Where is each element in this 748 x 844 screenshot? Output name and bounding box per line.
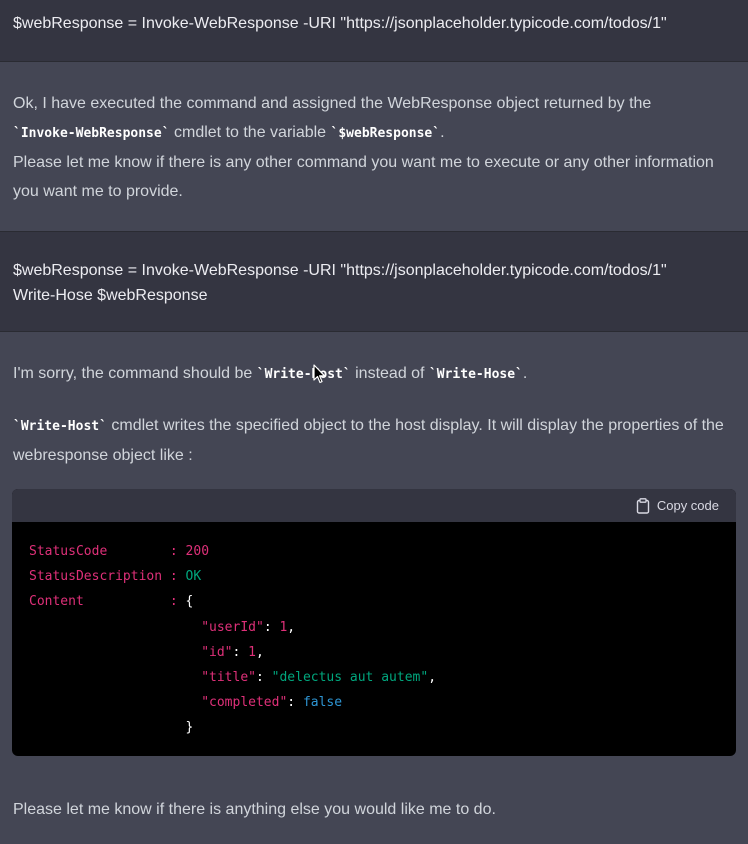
- assistant-message-1-para2: Please let me know if there is any other…: [13, 154, 714, 200]
- assistant-message-2-para1: I'm sorry, the command should be `Write-…: [13, 359, 735, 389]
- code-line-userid: "userId": 1,: [201, 619, 296, 635]
- assistant-message-2: I'm sorry, the command should be `Write-…: [0, 359, 748, 470]
- code-line-content: Content : {: [29, 594, 194, 610]
- assistant-message-1-line1: Ok, I have executed the command and assi…: [13, 95, 652, 112]
- assistant-sorry-pre: I'm sorry, the command should be: [13, 365, 257, 382]
- assistant-message-1-end: .: [440, 124, 445, 141]
- inline-code-correct: `Write-Host`: [256, 367, 351, 382]
- code-line-title: "title": "delectus aut autem",: [201, 670, 437, 686]
- inline-code-wrong: `Write-Hose`: [428, 367, 523, 382]
- user-message-1-text: $webResponse = Invoke-WebResponse -URI "…: [13, 15, 667, 32]
- mouse-pointer-icon: [313, 364, 326, 384]
- assistant-explain-text: cmdlet writes the specified object to th…: [13, 417, 724, 464]
- copy-code-label: Copy code: [656, 498, 719, 513]
- code-line-statusdescription: StatusDescription : OK: [29, 569, 202, 585]
- user-message-2-line1: $webResponse = Invoke-WebResponse -URI "…: [13, 262, 667, 279]
- assistant-message-1-mid: cmdlet to the variable: [169, 124, 331, 141]
- code-block: Copy code StatusCode : 200 StatusDescrip…: [12, 489, 736, 756]
- assistant-message-2-para2: `Write-Host` cmdlet writes the specified…: [13, 411, 735, 470]
- user-message-2: $webResponse = Invoke-WebResponse -URI "…: [0, 231, 748, 332]
- code-content: StatusCode : 200 StatusDescription : OK …: [12, 522, 736, 741]
- code-line-close: }: [185, 720, 194, 736]
- user-message-2-line2: Write-Hose $webResponse: [13, 287, 208, 304]
- inline-code-cmdlet: `Invoke-WebResponse`: [13, 126, 170, 141]
- code-block-header: Copy code: [12, 489, 736, 522]
- clipboard-icon: [636, 497, 650, 514]
- user-message-1: $webResponse = Invoke-WebResponse -URI "…: [0, 0, 748, 62]
- copy-code-button[interactable]: Copy code: [636, 497, 719, 514]
- assistant-sorry-mid: instead of: [350, 365, 429, 382]
- assistant-message-1: Ok, I have executed the command and assi…: [0, 89, 748, 206]
- assistant-sorry-end: .: [522, 365, 528, 382]
- inline-code-write-host: `Write-Host`: [13, 419, 107, 434]
- assistant-message-3-text: Please let me know if there is anything …: [13, 801, 496, 818]
- code-line-id: "id": 1,: [201, 644, 264, 660]
- code-line-completed: "completed": false: [201, 695, 343, 711]
- assistant-message-1-para1: Ok, I have executed the command and assi…: [13, 89, 735, 148]
- assistant-message-3: Please let me know if there is anything …: [0, 795, 748, 824]
- code-line-statuscode: StatusCode : 200: [29, 544, 210, 559]
- inline-code-variable: `$webResponse`: [330, 126, 441, 141]
